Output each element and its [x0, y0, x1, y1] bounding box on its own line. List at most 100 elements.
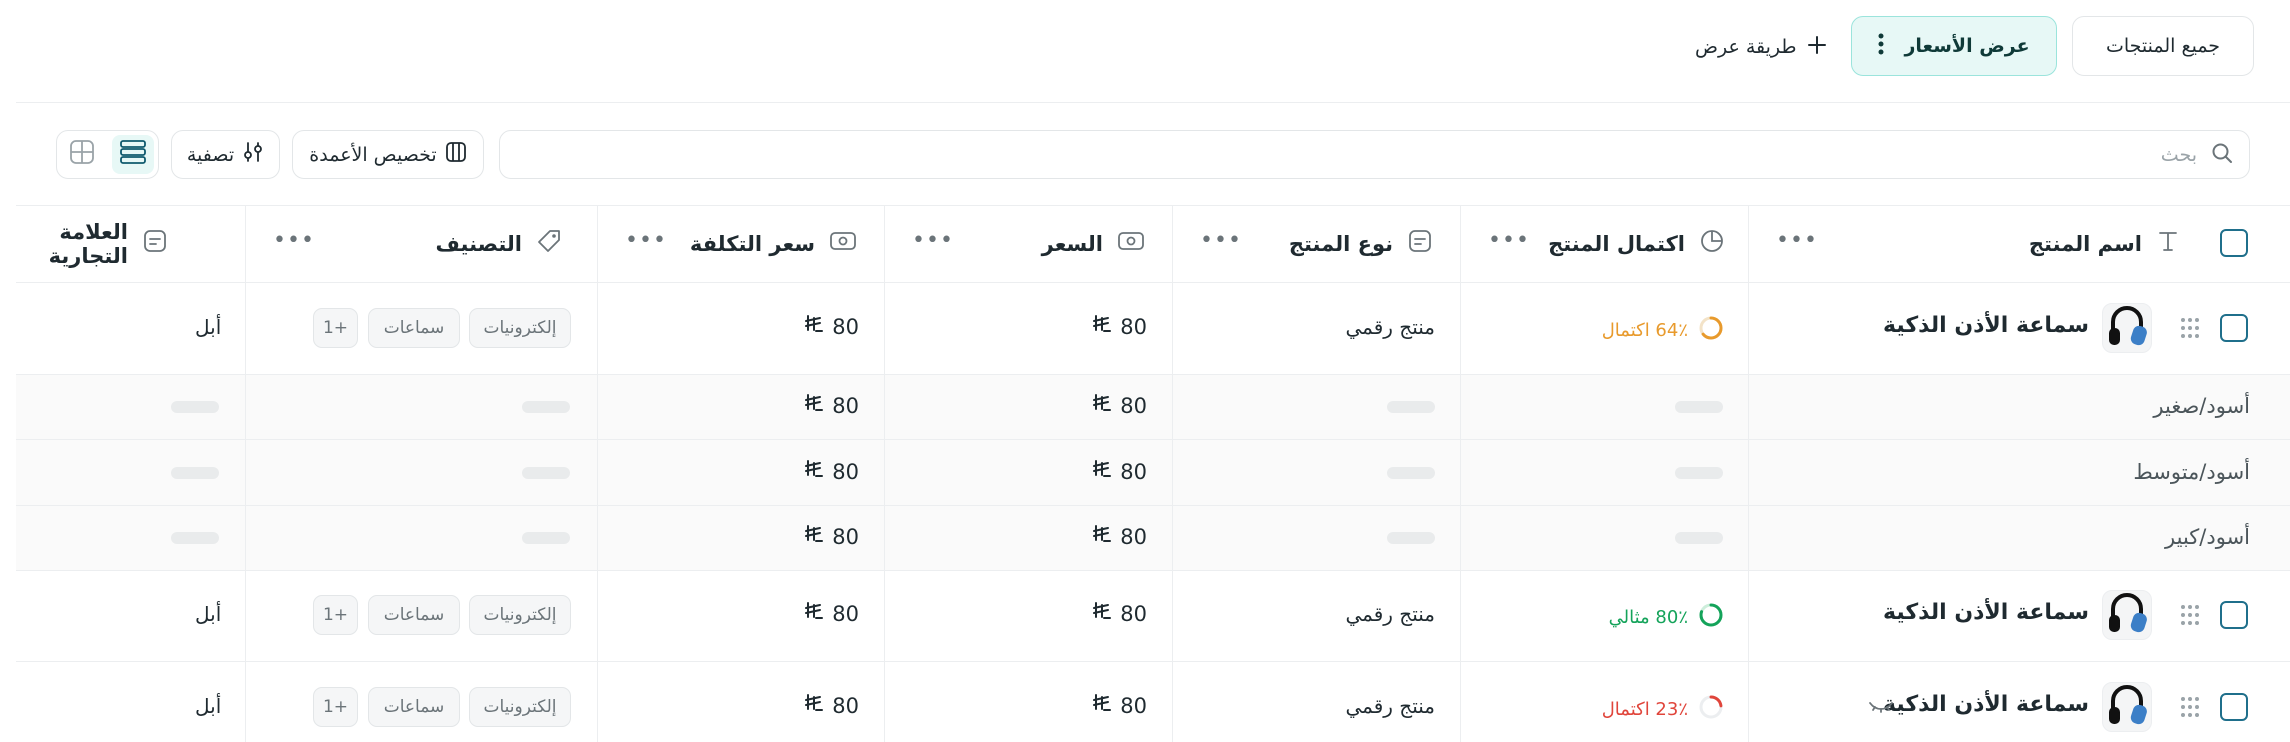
completion-status: 64٪ اكتمال — [1602, 315, 1724, 346]
column-menu-type[interactable]: ••• — [1200, 228, 1242, 253]
column-divider — [245, 205, 246, 742]
category-chip[interactable]: إلكترونيات — [469, 687, 571, 727]
cost-amount: 80 — [832, 459, 859, 484]
text-type-icon — [2156, 229, 2180, 258]
banknote-icon — [829, 229, 857, 258]
completion-text: 80٪ مثالي — [1608, 607, 1688, 628]
row-divider — [16, 282, 2290, 283]
customize-columns-button[interactable]: تخصيص الأعمدة — [292, 130, 484, 179]
category-chip[interactable]: سماعات — [368, 595, 460, 635]
column-divider — [884, 205, 885, 742]
column-menu-cost[interactable]: ••• — [625, 228, 667, 253]
add-view-button[interactable]: طريقة عرض — [1695, 30, 1827, 64]
tab-prices-view-label: عرض الأسعار — [1904, 35, 2030, 57]
column-header-price-label: السعر — [1041, 231, 1103, 256]
price-amount: 80 — [1120, 393, 1147, 418]
select-all-checkbox[interactable] — [2220, 229, 2248, 257]
progress-ring-icon — [1698, 694, 1724, 725]
drag-handle-icon[interactable] — [2178, 603, 2200, 631]
cost-value: 80 — [804, 524, 859, 549]
column-header-brand[interactable]: العلامة التجارية — [0, 205, 168, 282]
placeholder-skeleton — [1387, 401, 1435, 413]
more-tags-chip[interactable]: +1 — [313, 687, 358, 727]
placeholder-skeleton — [522, 532, 570, 544]
filter-button[interactable]: تصفية — [171, 130, 280, 179]
cost-amount: 80 — [832, 601, 859, 626]
riyal-currency-icon — [1092, 393, 1112, 418]
variant-rows-background — [16, 375, 2290, 570]
category-chip[interactable]: سماعات — [368, 308, 460, 348]
search-box[interactable] — [499, 130, 2250, 179]
category-chip[interactable]: إلكترونيات — [469, 308, 571, 348]
riyal-currency-icon — [804, 459, 824, 484]
grid-view-icon — [68, 138, 96, 171]
view-mode-toggle[interactable] — [56, 130, 159, 179]
kebab-menu-icon[interactable] — [1878, 33, 1884, 60]
column-divider — [597, 205, 598, 742]
cost-amount: 80 — [832, 693, 859, 718]
column-menu-name[interactable]: ••• — [1776, 228, 1818, 253]
row-divider — [16, 661, 2290, 662]
variant-name[interactable]: أسود/متوسط — [2133, 460, 2250, 484]
column-header-price[interactable]: السعر — [1042, 205, 1145, 282]
tab-all-products[interactable]: جميع المنتجات — [2072, 16, 2254, 76]
column-header-type[interactable]: نوع المنتج — [1289, 205, 1433, 282]
riyal-currency-icon — [804, 524, 824, 549]
column-divider — [1172, 205, 1173, 742]
price-value: 80 — [1092, 524, 1147, 549]
more-tags-chip[interactable]: +1 — [313, 308, 358, 348]
category-chip[interactable]: إلكترونيات — [469, 595, 571, 635]
column-header-name[interactable]: اسم المنتج — [2029, 205, 2180, 282]
column-header-category[interactable]: التصنيف — [435, 205, 562, 282]
brand-value: أبل — [195, 602, 222, 626]
cost-value: 80 — [804, 693, 859, 718]
product-name[interactable]: سماعة الأذن الذكية — [1883, 692, 2089, 717]
price-value: 80 — [1092, 601, 1147, 626]
cost-value: 80 — [804, 601, 859, 626]
row-checkbox[interactable] — [2220, 314, 2248, 342]
filter-label: تصفية — [186, 143, 235, 166]
cost-value: 80 — [804, 459, 859, 484]
placeholder-skeleton — [1387, 532, 1435, 544]
price-value: 80 — [1092, 314, 1147, 339]
banknote-icon — [1117, 229, 1145, 258]
hidden-eye-icon[interactable] — [1868, 697, 1894, 719]
category-chip[interactable]: سماعات — [368, 687, 460, 727]
row-divider — [16, 439, 2290, 440]
column-menu-completion[interactable]: ••• — [1488, 228, 1530, 253]
more-tags-chip[interactable]: +1 — [313, 595, 358, 635]
grid-view-option[interactable] — [61, 135, 104, 174]
placeholder-skeleton — [522, 401, 570, 413]
product-thumbnail — [2102, 303, 2152, 353]
column-header-cost[interactable]: سعر التكلفة — [690, 205, 857, 282]
column-divider — [1460, 205, 1461, 742]
headphones-icon — [2107, 683, 2147, 731]
variant-name[interactable]: أسود/صغير — [2153, 394, 2250, 418]
product-type: منتج رقمي — [1345, 694, 1435, 718]
product-name[interactable]: سماعة الأذن الذكية — [1883, 313, 2089, 338]
column-menu-price[interactable]: ••• — [912, 228, 954, 253]
riyal-currency-icon — [804, 314, 824, 339]
product-name[interactable]: سماعة الأذن الذكية — [1883, 600, 2089, 625]
headphones-icon — [2107, 591, 2147, 639]
search-input[interactable] — [516, 142, 2199, 167]
price-amount: 80 — [1120, 314, 1147, 339]
variant-name[interactable]: أسود/كبير — [2165, 525, 2250, 549]
list-view-icon — [119, 138, 147, 171]
row-checkbox[interactable] — [2220, 601, 2248, 629]
document-icon — [142, 228, 168, 259]
riyal-currency-icon — [804, 693, 824, 718]
column-header-completion[interactable]: اكتمال المنتج — [1548, 205, 1725, 282]
riyal-currency-icon — [1092, 314, 1112, 339]
tab-prices-view[interactable]: عرض الأسعار — [1851, 16, 2057, 76]
sliders-icon — [242, 141, 264, 168]
cost-value: 80 — [804, 314, 859, 339]
row-divider — [16, 505, 2290, 506]
riyal-currency-icon — [1092, 524, 1112, 549]
riyal-currency-icon — [1092, 459, 1112, 484]
row-checkbox[interactable] — [2220, 693, 2248, 721]
drag-handle-icon[interactable] — [2178, 316, 2200, 344]
drag-handle-icon[interactable] — [2178, 695, 2200, 723]
list-view-option[interactable] — [111, 135, 154, 174]
column-menu-category[interactable]: ••• — [273, 228, 315, 253]
